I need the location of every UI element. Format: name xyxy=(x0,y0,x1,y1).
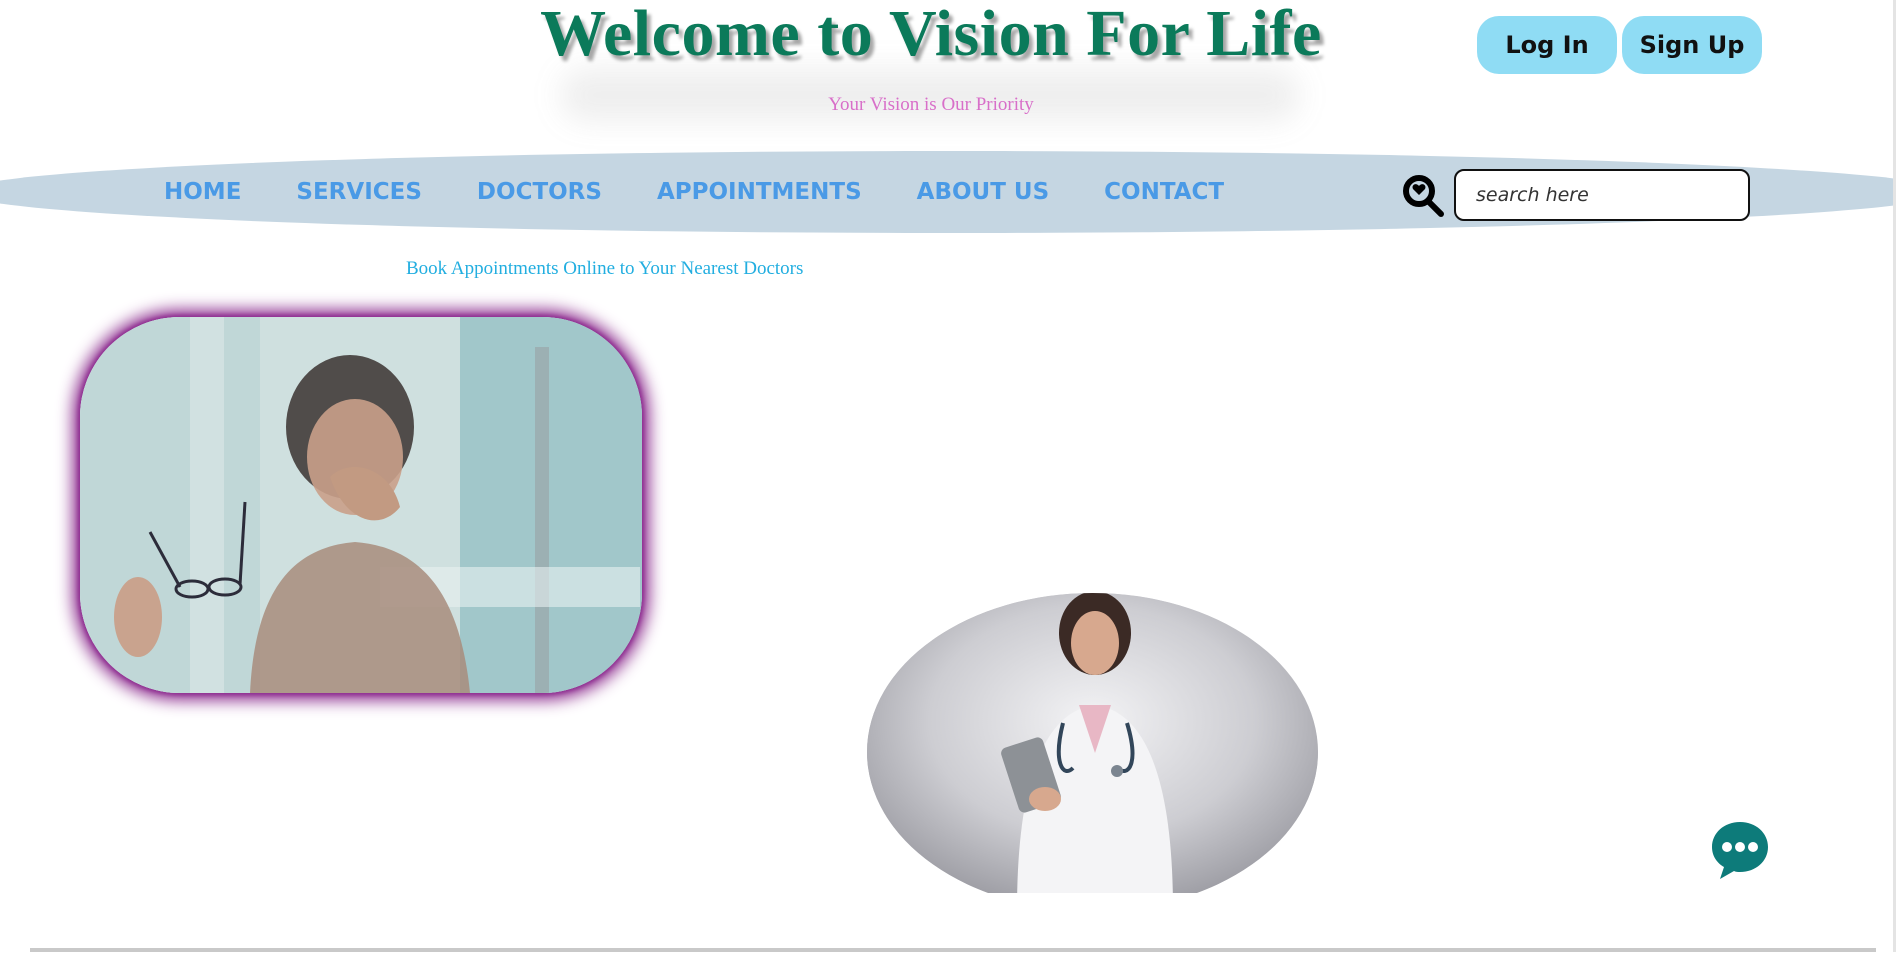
login-button[interactable]: Log In xyxy=(1477,16,1617,74)
signup-button[interactable]: Sign Up xyxy=(1622,16,1762,74)
chat-bubble-icon xyxy=(1712,822,1768,879)
main-nav: HOME SERVICES DOCTORS APPOINTMENTS ABOUT… xyxy=(164,151,1279,233)
promo-text: Book Appointments Online to Your Nearest… xyxy=(406,258,804,279)
doctor-image-illustration xyxy=(867,593,1318,911)
site-title: Welcome to Vision For Life xyxy=(540,0,1322,70)
hero-image-illustration xyxy=(80,317,642,693)
nav-item-about-us[interactable]: ABOUT US xyxy=(917,179,1050,205)
horizontal-scrollbar[interactable] xyxy=(30,948,1876,952)
nav-item-appointments[interactable]: APPOINTMENTS xyxy=(657,179,862,205)
search-input[interactable] xyxy=(1454,169,1750,221)
nav-item-home[interactable]: HOME xyxy=(164,179,241,205)
image-crop-mask xyxy=(860,893,1330,953)
hero-image xyxy=(80,317,642,693)
nav-item-doctors[interactable]: DOCTORS xyxy=(477,179,602,205)
doctor-image xyxy=(867,593,1318,911)
site-tagline: Your Vision is Our Priority xyxy=(828,94,1034,115)
nav-item-services[interactable]: SERVICES xyxy=(296,179,422,205)
search-icon[interactable] xyxy=(1401,173,1445,217)
page: Welcome to Vision For Life Your Vision i… xyxy=(0,0,1896,953)
chat-button[interactable] xyxy=(1708,818,1772,882)
nav-item-contact[interactable]: CONTACT xyxy=(1104,179,1224,205)
